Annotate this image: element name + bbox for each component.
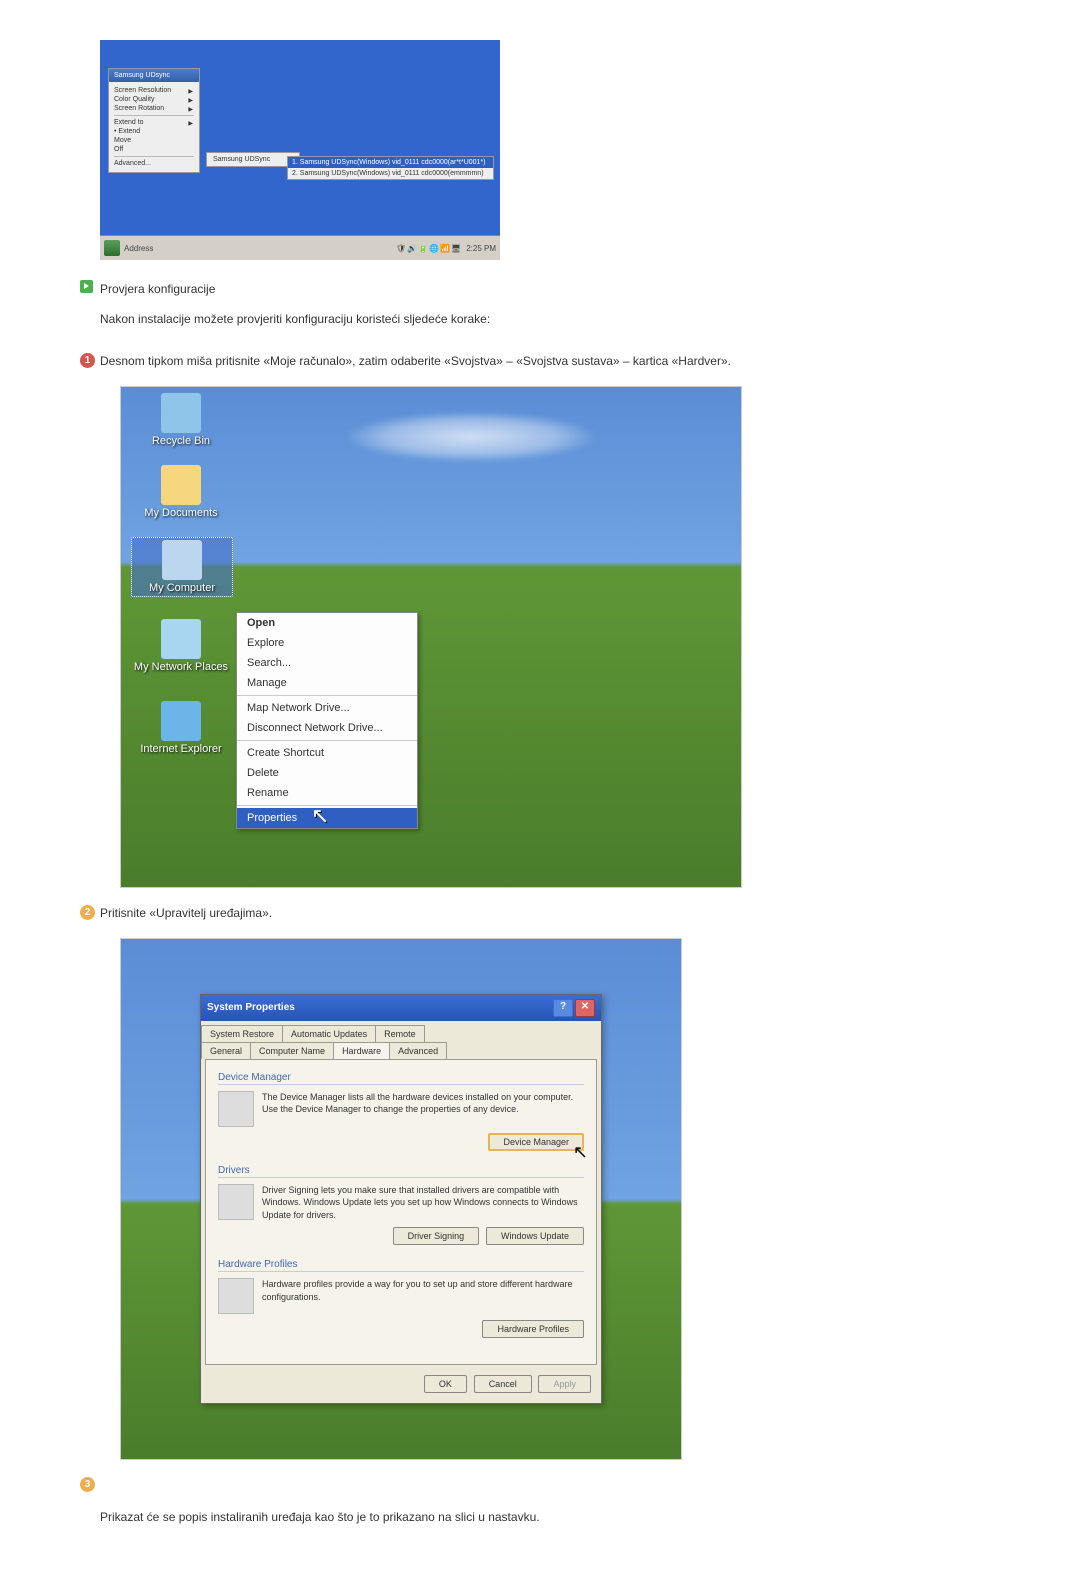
- menu-item-advanced[interactable]: Advanced...: [114, 159, 194, 168]
- tab-hardware[interactable]: Hardware: [333, 1042, 390, 1059]
- menu-item[interactable]: Color Quality▶: [114, 95, 194, 104]
- tab-advanced[interactable]: Advanced: [389, 1042, 447, 1059]
- tab-remote[interactable]: Remote: [375, 1025, 425, 1042]
- start-button-icon[interactable]: [104, 240, 120, 256]
- device-manager-icon: [218, 1091, 254, 1127]
- arrow-icon: [80, 280, 93, 293]
- desktop-icon-ie[interactable]: Internet Explorer: [131, 701, 231, 755]
- cancel-button[interactable]: Cancel: [474, 1375, 532, 1393]
- hardware-profiles-button[interactable]: Hardware Profiles: [482, 1320, 584, 1338]
- screenshot-system-properties: System Properties ? ✕ System Restore Aut…: [120, 938, 682, 1460]
- step-1-text: Desnom tipkom miša pritisnite «Moje raču…: [100, 352, 1000, 370]
- submenu-device[interactable]: Samsung UDSync: [206, 152, 300, 167]
- taskbar: Address 🛡🔊🔋🌐📶🖥 2:25 PM: [100, 235, 500, 260]
- step-2-text: Pritisnite «Upravitelj uređajima».: [100, 904, 1000, 922]
- group-drivers: Drivers: [218, 1165, 584, 1178]
- hardware-profiles-icon: [218, 1278, 254, 1314]
- taskbar-clock: 2:25 PM: [466, 244, 496, 253]
- dm-text: The Device Manager lists all the hardwar…: [262, 1091, 584, 1127]
- taskbar-address-label: Address: [124, 244, 153, 253]
- screenshot-context-menu: Recycle Bin My Documents My Computer My …: [120, 386, 742, 888]
- cursor-icon: ↖: [311, 803, 329, 829]
- ctx-delete[interactable]: Delete: [237, 763, 417, 783]
- menu-item[interactable]: Move: [114, 136, 194, 145]
- ctx-open[interactable]: Open: [237, 613, 417, 633]
- menu-item[interactable]: Screen Resolution▶: [114, 86, 194, 95]
- menu-item[interactable]: Screen Rotation▶: [114, 104, 194, 113]
- context-menu: Open Explore Search... Manage Map Networ…: [236, 612, 418, 829]
- tab-system-restore[interactable]: System Restore: [201, 1025, 283, 1042]
- udsync-main-menu: Samsung UDsync Screen Resolution▶ Color …: [108, 68, 200, 173]
- device-manager-button[interactable]: Device Manager↖: [488, 1133, 584, 1151]
- group-device-manager: Device Manager: [218, 1072, 584, 1085]
- drv-text: Driver Signing lets you make sure that i…: [262, 1184, 584, 1222]
- ctx-map[interactable]: Map Network Drive...: [237, 698, 417, 718]
- system-properties-dialog: System Properties ? ✕ System Restore Aut…: [200, 994, 602, 1405]
- ctx-manage[interactable]: Manage: [237, 673, 417, 693]
- dialog-title: System Properties: [207, 1002, 295, 1013]
- ctx-search[interactable]: Search...: [237, 653, 417, 673]
- submenu-item[interactable]: 2. Samsung UDSync(Windows) vid_0111 cdc0…: [288, 168, 493, 179]
- apply-button[interactable]: Apply: [538, 1375, 591, 1393]
- tab-general[interactable]: General: [201, 1042, 251, 1059]
- menu-item[interactable]: • Extend: [114, 127, 194, 136]
- driver-signing-button[interactable]: Driver Signing: [393, 1227, 480, 1245]
- windows-update-button[interactable]: Windows Update: [486, 1227, 584, 1245]
- step-number-2-icon: 2: [80, 905, 95, 920]
- desktop-icon-mycomputer[interactable]: My Computer: [131, 537, 233, 597]
- step-number-3-icon: 3: [80, 1477, 95, 1492]
- ctx-disconnect[interactable]: Disconnect Network Drive...: [237, 718, 417, 738]
- close-button-icon[interactable]: ✕: [575, 999, 595, 1017]
- ok-button[interactable]: OK: [424, 1375, 467, 1393]
- screenshot-udsync-menu: Samsung UDsync Screen Resolution▶ Color …: [100, 40, 500, 260]
- group-hardware-profiles: Hardware Profiles: [218, 1259, 584, 1272]
- help-button-icon[interactable]: ?: [553, 999, 573, 1017]
- menu-item[interactable]: Extend to▶: [114, 118, 194, 127]
- menu-item[interactable]: Off: [114, 145, 194, 154]
- submenu-item-selected[interactable]: 1. Samsung UDSync(Windows) vid_0111 cdc0…: [288, 157, 493, 168]
- menu-title: Samsung UDsync: [109, 69, 199, 82]
- tray-icons: 🛡🔊🔋🌐📶🖥: [396, 244, 462, 253]
- desktop-icon-network[interactable]: My Network Places: [131, 619, 231, 673]
- submenu-devicelist: 1. Samsung UDSync(Windows) vid_0111 cdc0…: [287, 156, 494, 180]
- ctx-explore[interactable]: Explore: [237, 633, 417, 653]
- step-3-text: Prikazat će se popis instaliranih uređaj…: [100, 1508, 1000, 1526]
- dialog-titlebar: System Properties ? ✕: [201, 995, 601, 1021]
- step-number-1-icon: 1: [80, 353, 95, 368]
- tab-computer-name[interactable]: Computer Name: [250, 1042, 334, 1059]
- hp-text: Hardware profiles provide a way for you …: [262, 1278, 584, 1314]
- section-title: Provjera konfiguracije: [100, 280, 1000, 298]
- tab-auto-updates[interactable]: Automatic Updates: [282, 1025, 376, 1042]
- ctx-rename[interactable]: Rename: [237, 783, 417, 803]
- desktop-icon-mydocs[interactable]: My Documents: [131, 465, 231, 519]
- cursor-icon: ↖: [573, 1142, 588, 1163]
- drivers-icon: [218, 1184, 254, 1220]
- desktop-icon-recyclebin[interactable]: Recycle Bin: [131, 393, 231, 447]
- section-desc: Nakon instalacije možete provjeriti konf…: [100, 310, 1000, 328]
- ctx-shortcut[interactable]: Create Shortcut: [237, 743, 417, 763]
